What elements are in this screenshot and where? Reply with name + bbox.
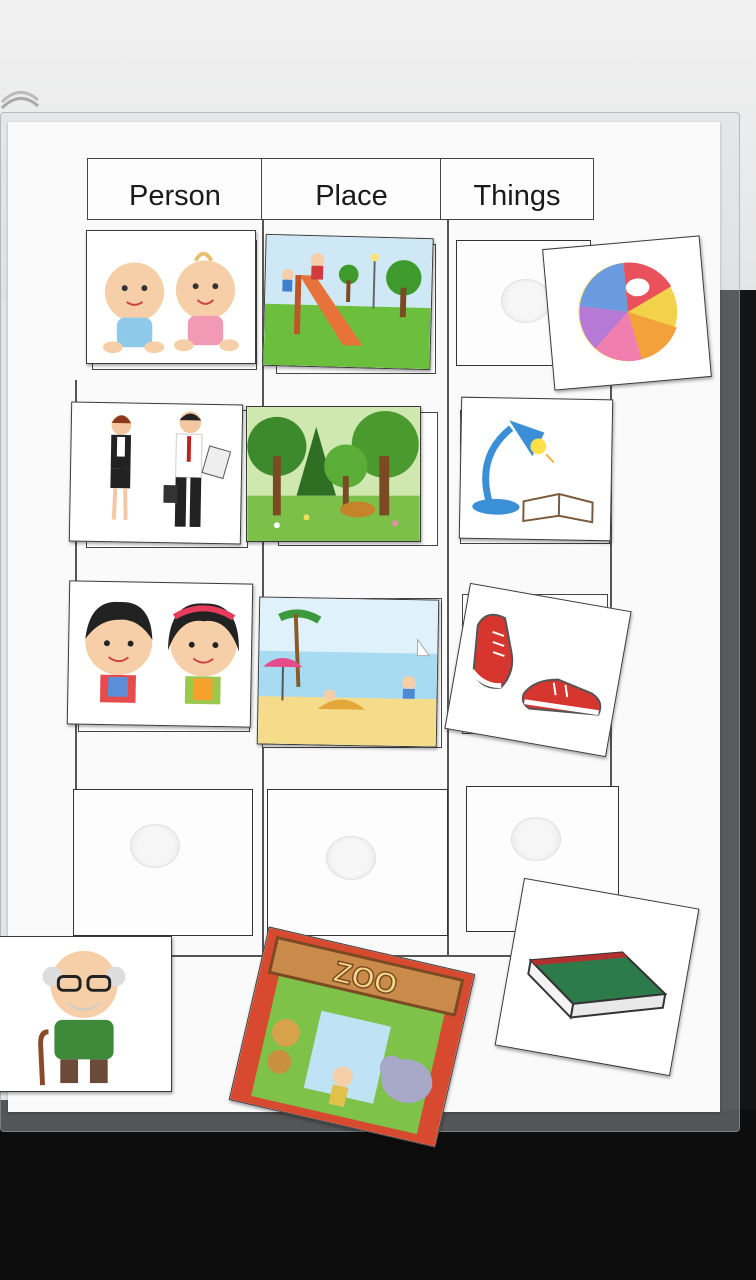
zoo-gate-icon: ZOO <box>230 927 474 1147</box>
velcro-dot <box>501 279 551 323</box>
velcro-dot <box>130 824 180 868</box>
empty-slot[interactable] <box>267 789 448 936</box>
header-things: Things <box>440 158 594 220</box>
green-book-icon <box>527 951 668 1020</box>
playground-slide-icon <box>263 234 433 370</box>
card-green-book[interactable] <box>494 877 700 1077</box>
card-grandpa[interactable] <box>0 936 172 1092</box>
beach-ball-icon <box>578 262 678 362</box>
school-kids-icon <box>85 602 239 705</box>
card-zoo[interactable]: ZOO <box>228 926 476 1148</box>
grandpa-icon <box>38 950 126 1086</box>
card-ball[interactable] <box>542 235 712 391</box>
card-forest[interactable] <box>246 406 421 542</box>
card-lamp-book[interactable] <box>458 396 614 542</box>
office-workers-icon <box>110 411 232 528</box>
card-beach[interactable] <box>256 596 440 748</box>
beach-icon <box>257 597 439 747</box>
card-babies[interactable] <box>86 230 256 364</box>
card-sneakers[interactable] <box>444 582 632 758</box>
velcro-dot <box>326 836 376 880</box>
sorting-board: Person Place Things ZOO <box>0 0 756 1280</box>
header-person: Person <box>87 158 263 220</box>
red-sneakers-icon <box>469 613 602 716</box>
header-place: Place <box>261 158 442 220</box>
velcro-dot <box>511 817 561 861</box>
empty-slot[interactable] <box>73 789 253 936</box>
card-playground[interactable] <box>262 233 434 371</box>
card-kids[interactable] <box>66 580 254 728</box>
card-workers[interactable] <box>68 401 244 545</box>
twin-babies-icon <box>103 251 239 354</box>
desk-lamp-book-icon <box>472 420 594 524</box>
forest-icon <box>247 407 420 541</box>
